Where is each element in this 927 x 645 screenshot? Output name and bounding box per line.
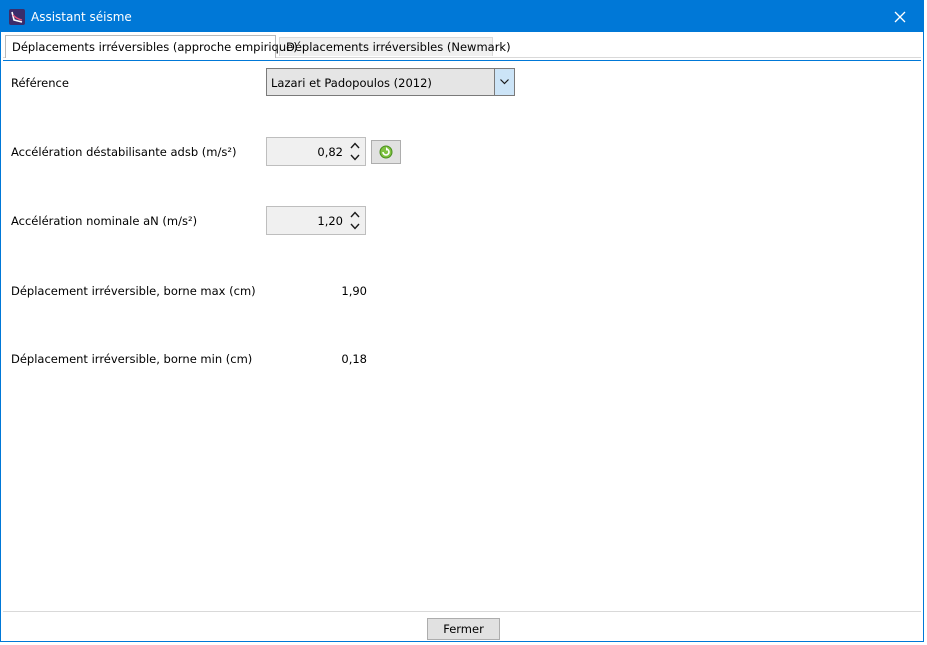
an-increment-button[interactable]	[348, 209, 362, 221]
chevron-down-icon	[350, 223, 360, 230]
adsb-value: 0,82	[317, 145, 343, 159]
chevron-down-icon	[500, 79, 509, 85]
app-icon	[9, 9, 25, 25]
reference-dropdown-button[interactable]	[494, 69, 514, 95]
an-spinbox[interactable]: 1,20	[266, 206, 366, 235]
tab-panel-border	[3, 60, 921, 607]
dmin-value: 0,18	[341, 352, 367, 366]
tab-panel	[3, 57, 921, 607]
dmin-label: Déplacement irréversible, borne min (cm)	[11, 352, 253, 366]
footer-divider	[3, 611, 921, 612]
adsb-decrement-button[interactable]	[348, 152, 362, 164]
an-label: Accélération nominale aN (m/s²)	[11, 214, 198, 228]
chevron-up-icon	[350, 142, 360, 149]
reference-label: Référence	[11, 76, 69, 90]
adsb-label: Accélération déstabilisante adsb (m/s²)	[11, 145, 237, 159]
dmax-label: Déplacement irréversible, borne max (cm)	[11, 284, 256, 298]
close-button[interactable]	[877, 1, 923, 32]
refresh-icon	[379, 145, 393, 159]
tab-strip: Déplacements irréversibles (approche emp…	[3, 35, 921, 58]
reference-select-value: Lazari et Padopoulos (2012)	[271, 76, 432, 90]
title-bar[interactable]: Assistant séisme	[1, 1, 923, 32]
close-dialog-button[interactable]: Fermer	[427, 618, 500, 640]
dmax-value: 1,90	[341, 284, 367, 298]
tab-newmark[interactable]: Déplacements irréversibles (Newmark)	[279, 37, 511, 56]
dialog-window: Assistant séisme Déplacements irréversib…	[0, 0, 924, 642]
adsb-spinbox[interactable]: 0,82	[266, 137, 366, 166]
an-decrement-button[interactable]	[348, 221, 362, 233]
tab-empirical[interactable]: Déplacements irréversibles (approche emp…	[5, 35, 298, 58]
close-icon	[894, 11, 906, 23]
chevron-up-icon	[350, 211, 360, 218]
an-value: 1,20	[317, 214, 343, 228]
adsb-increment-button[interactable]	[348, 140, 362, 152]
window-title: Assistant séisme	[31, 10, 132, 24]
chevron-down-icon	[350, 154, 360, 161]
reference-select[interactable]: Lazari et Padopoulos (2012)	[266, 68, 515, 96]
refresh-adsb-button[interactable]	[371, 140, 401, 164]
